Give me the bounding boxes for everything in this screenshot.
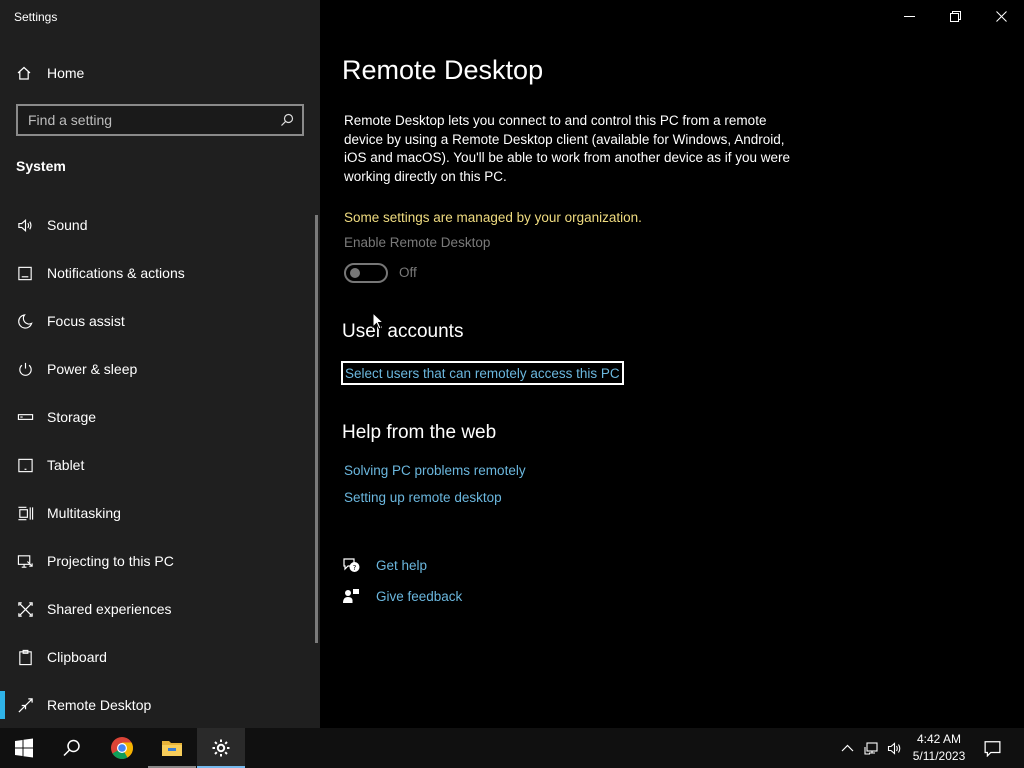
network-button[interactable]: [860, 728, 882, 768]
sidebar-item-label: Shared experiences: [47, 601, 172, 617]
select-users-link-focus[interactable]: Select users that can remotely access th…: [341, 361, 624, 385]
gear-icon: [212, 739, 230, 757]
home-icon: [17, 66, 31, 80]
setting-up-remote-desktop-link[interactable]: Setting up remote desktop: [344, 490, 502, 505]
toggle-state-label: Off: [399, 265, 417, 280]
folder-icon: [162, 741, 182, 756]
give-feedback-icon: [343, 589, 359, 603]
sidebar-item-label: Tablet: [47, 457, 85, 473]
sidebar-item-projecting[interactable]: Projecting to this PC: [0, 537, 320, 585]
main-content: Remote Desktop Remote Desktop lets you c…: [320, 0, 1024, 728]
power-icon: [16, 360, 34, 378]
sidebar-item-sound[interactable]: Sound: [0, 201, 320, 249]
speaker-icon: [16, 216, 34, 234]
clock-time: 4:42 AM: [916, 732, 962, 746]
file-explorer-taskbar-button[interactable]: [148, 728, 196, 768]
sidebar: Settings Home System Sound Notifications…: [0, 0, 320, 728]
enable-remote-desktop-label: Enable Remote Desktop: [344, 235, 491, 250]
get-help-link[interactable]: Get help: [376, 558, 427, 573]
taskbar-search-button[interactable]: [48, 728, 96, 768]
sidebar-item-label: Focus assist: [47, 313, 125, 329]
network-icon: [863, 741, 878, 755]
volume-button[interactable]: [883, 728, 905, 768]
chrome-icon: [111, 737, 133, 759]
sidebar-item-storage[interactable]: Storage: [0, 393, 320, 441]
section-title: System: [16, 158, 66, 174]
sidebar-item-label: Projecting to this PC: [47, 553, 174, 569]
window-controls: [886, 0, 1024, 32]
notification-icon: [984, 740, 1000, 757]
chrome-taskbar-button[interactable]: [98, 728, 146, 768]
home-button[interactable]: Home: [0, 58, 320, 88]
description-text: Remote Desktop lets you connect to and c…: [344, 113, 791, 184]
projecting-icon: [16, 552, 34, 570]
sidebar-item-tablet[interactable]: Tablet: [0, 441, 320, 489]
speaker-icon: [887, 741, 900, 755]
chevron-up-icon: [841, 744, 853, 751]
restore-button[interactable]: [932, 0, 978, 32]
user-accounts-heading: User accounts: [342, 321, 464, 342]
search-box[interactable]: [16, 104, 304, 136]
tablet-icon: [16, 456, 34, 474]
search-icon: [63, 739, 80, 757]
remote-desktop-icon: [16, 696, 34, 714]
clock-date: 5/11/2023: [912, 749, 966, 763]
solving-pc-problems-link[interactable]: Solving PC problems remotely: [344, 463, 526, 478]
page-title: Remote Desktop: [342, 55, 544, 85]
sidebar-item-notifications[interactable]: Notifications & actions: [0, 249, 320, 297]
sidebar-item-remote-desktop[interactable]: Remote Desktop: [0, 681, 320, 729]
app-title: Settings: [14, 10, 58, 24]
sidebar-item-label: Notifications & actions: [47, 265, 185, 281]
sidebar-nav: Sound Notifications & actions Focus assi…: [0, 201, 320, 729]
taskbar-clock[interactable]: 4:42 AM 5/11/2023: [906, 731, 972, 765]
minimize-button[interactable]: [886, 0, 932, 32]
shared-experiences-icon: [16, 600, 34, 618]
sidebar-item-label: Storage: [47, 409, 97, 425]
restore-icon: [949, 10, 961, 22]
start-button[interactable]: [0, 728, 48, 768]
sidebar-item-label: Remote Desktop: [47, 697, 152, 713]
sidebar-item-label: Power & sleep: [47, 361, 138, 377]
settings-taskbar-button[interactable]: [197, 728, 245, 768]
close-icon: [995, 10, 1007, 22]
storage-icon: [16, 408, 34, 426]
close-button[interactable]: [978, 0, 1024, 32]
action-center-button[interactable]: [978, 728, 1006, 768]
sidebar-scrollbar[interactable]: [315, 215, 318, 643]
managed-notice: Some settings are managed by your organi…: [344, 210, 642, 225]
multitasking-icon: [16, 504, 34, 522]
get-help-icon: ?: [343, 558, 360, 572]
enable-remote-desktop-toggle[interactable]: [344, 263, 388, 283]
give-feedback-link[interactable]: Give feedback: [376, 589, 462, 604]
sidebar-item-label: Clipboard: [47, 649, 107, 665]
notification-icon: [16, 264, 34, 282]
select-users-link[interactable]: Select users that can remotely access th…: [345, 366, 620, 381]
sidebar-item-label: Sound: [47, 217, 88, 233]
sidebar-item-shared-experiences[interactable]: Shared experiences: [0, 585, 320, 633]
get-help-row[interactable]: ? Get help: [342, 556, 427, 574]
sidebar-item-focus-assist[interactable]: Focus assist: [0, 297, 320, 345]
search-icon[interactable]: [280, 113, 294, 127]
toggle-knob: [350, 268, 360, 278]
home-label: Home: [47, 65, 85, 81]
help-from-web-heading: Help from the web: [342, 422, 497, 443]
mouse-cursor-icon: [372, 312, 384, 330]
show-hidden-icons-button[interactable]: [836, 728, 858, 768]
sidebar-item-label: Multitasking: [47, 505, 121, 521]
taskbar: 4:42 AM 5/11/2023: [0, 728, 1024, 768]
clipboard-icon: [16, 648, 34, 666]
windows-logo-icon: [15, 738, 33, 758]
sidebar-item-power-sleep[interactable]: Power & sleep: [0, 345, 320, 393]
svg-text:?: ?: [353, 564, 357, 572]
sidebar-item-clipboard[interactable]: Clipboard: [0, 633, 320, 681]
search-input[interactable]: [28, 112, 280, 128]
minimize-icon: [903, 15, 915, 17]
give-feedback-row[interactable]: Give feedback: [342, 587, 462, 605]
moon-icon: [16, 312, 34, 330]
sidebar-item-multitasking[interactable]: Multitasking: [0, 489, 320, 537]
